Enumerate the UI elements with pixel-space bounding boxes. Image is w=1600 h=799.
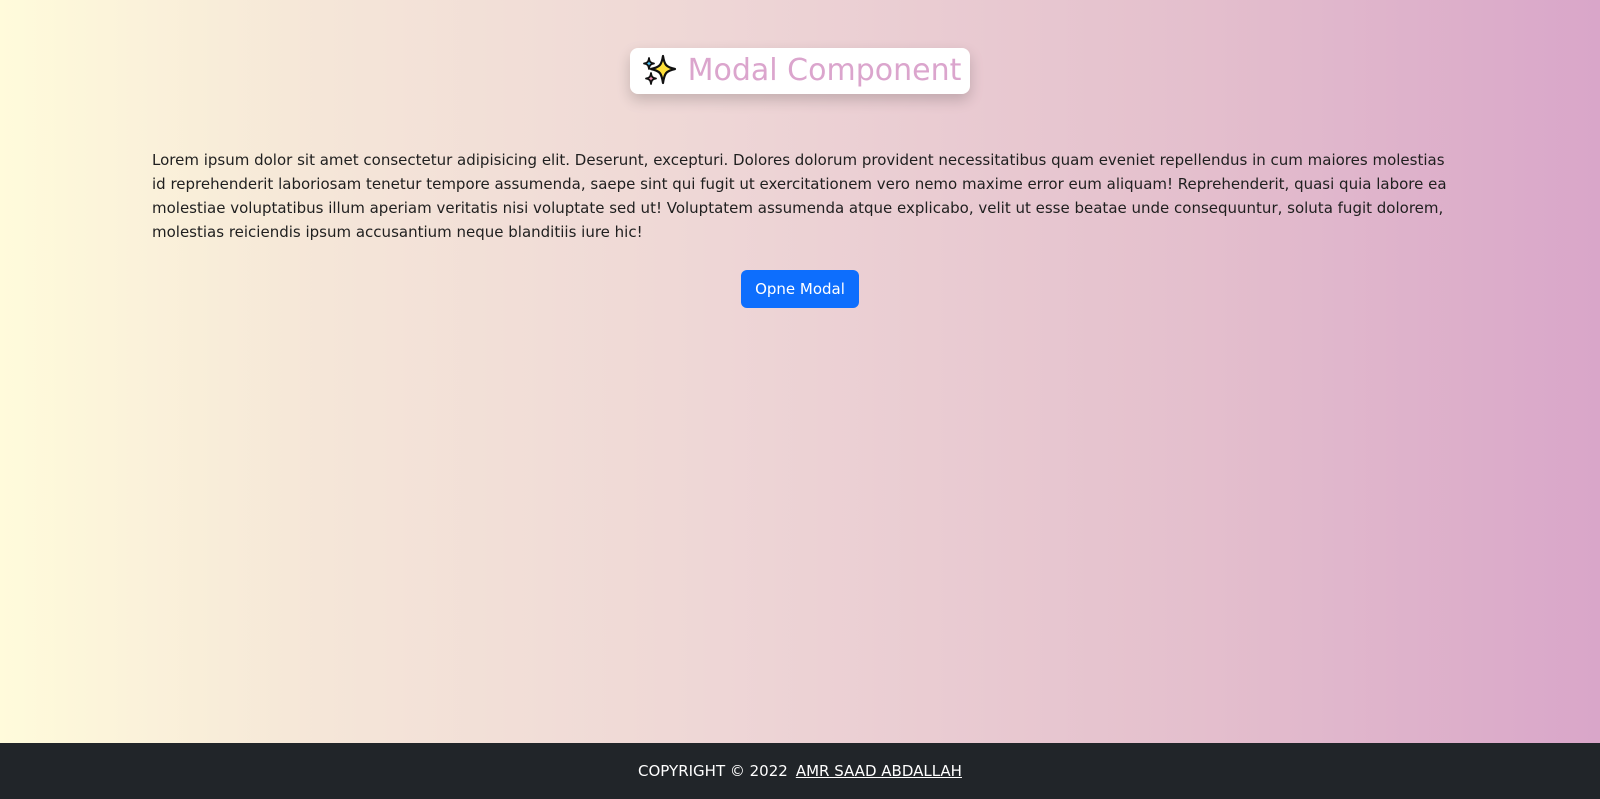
page-title: Modal Component: [687, 53, 962, 88]
button-row: Opne Modal: [0, 270, 1600, 308]
intro-paragraph: Lorem ipsum dolor sit amet consectetur a…: [152, 151, 1447, 241]
footer: COPYRIGHT © 2022 AMR SAAD ABDALLAH: [0, 743, 1600, 799]
header: Modal Component: [0, 48, 1600, 94]
sparkles-icon: [640, 52, 678, 90]
open-modal-button[interactable]: Opne Modal: [741, 270, 859, 308]
page-content: Modal Component Lorem ipsum dolor sit am…: [0, 0, 1600, 743]
author-link[interactable]: AMR SAAD ABDALLAH: [796, 762, 962, 780]
copyright-text: COPYRIGHT © 2022: [638, 762, 788, 780]
title-card: Modal Component: [629, 48, 971, 94]
